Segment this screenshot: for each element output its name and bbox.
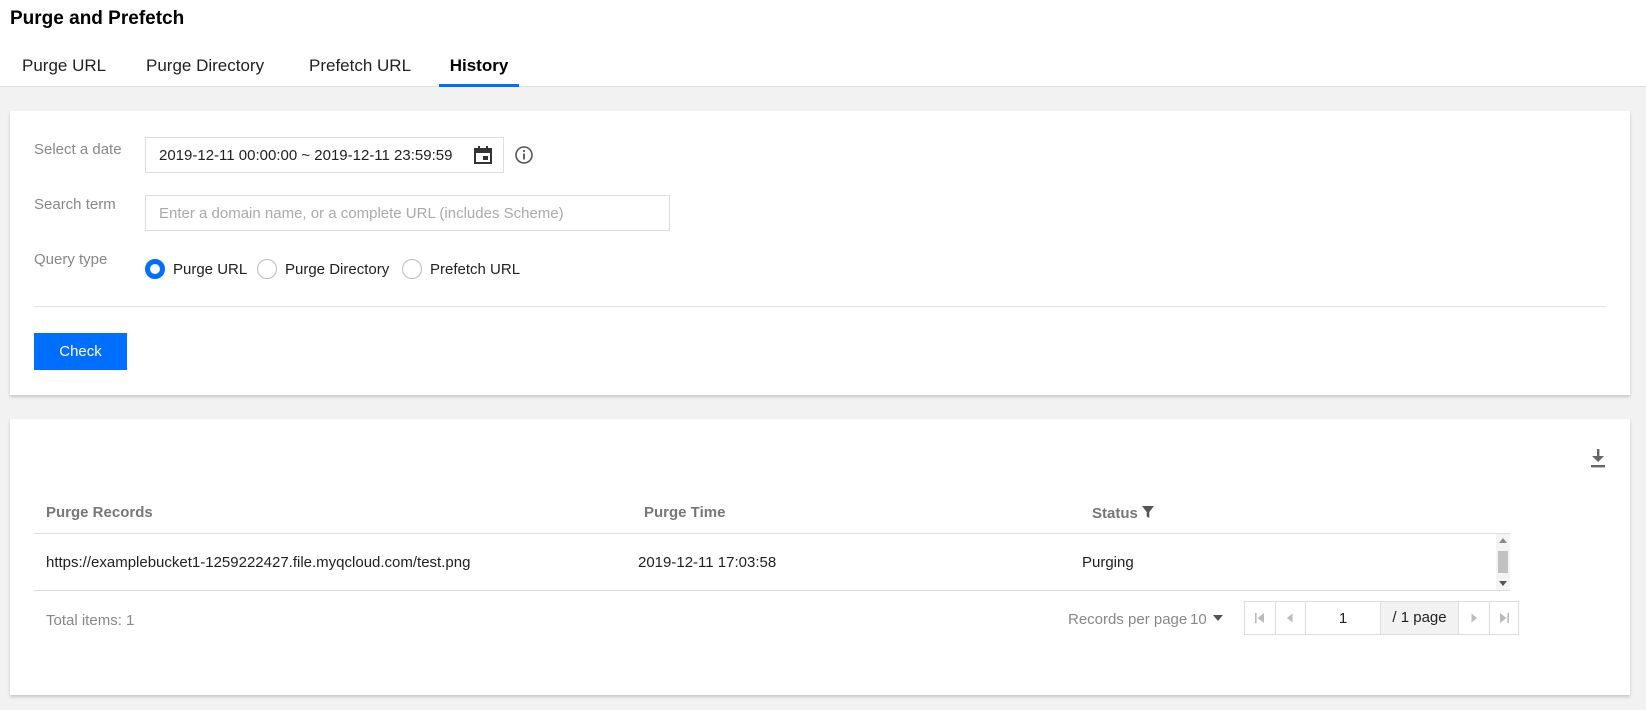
download-icon[interactable] <box>1589 448 1607 468</box>
tab-prefetch-url[interactable]: Prefetch URL <box>309 56 411 87</box>
check-button[interactable]: Check <box>34 333 127 370</box>
radio-label: Prefetch URL <box>430 260 521 278</box>
history-table-panel: Purge Records Purge Time Status https://… <box>10 419 1630 695</box>
table-scrollbar[interactable] <box>1496 534 1510 590</box>
radio-unchecked-indicator <box>402 259 422 279</box>
first-page-icon <box>1255 613 1264 623</box>
filter-icon[interactable] <box>1141 506 1154 518</box>
records-per-page-label: Records per page <box>1068 611 1188 628</box>
search-input[interactable] <box>145 195 670 231</box>
date-range-picker[interactable]: 2019-12-11 00:00:00 ~ 2019-12-11 23:59:5… <box>145 137 504 173</box>
radio-purge-directory[interactable]: Purge Directory <box>257 258 389 280</box>
records-per-page-select[interactable]: 10 <box>1190 611 1223 628</box>
last-page-icon <box>1500 613 1509 623</box>
query-type-label: Query type <box>34 251 108 268</box>
radio-purge-url[interactable]: Purge URL <box>145 258 247 280</box>
column-header-status: Status <box>1092 505 1154 522</box>
tab-label: Prefetch URL <box>309 56 412 75</box>
chevron-down-icon <box>1212 615 1223 621</box>
table-body: https://examplebucket1-1259222427.file.m… <box>34 534 1510 590</box>
cell-purge-record: https://examplebucket1-1259222427.file.m… <box>46 554 471 571</box>
column-header-purge-time: Purge Time <box>644 504 726 521</box>
column-header-label: Status <box>1092 505 1138 522</box>
scroll-down-icon[interactable] <box>1499 581 1507 586</box>
column-header-purge-records: Purge Records <box>46 504 153 521</box>
cell-purge-time: 2019-12-11 17:03:58 <box>638 554 777 571</box>
form-divider <box>34 306 1606 307</box>
total-items: Total items: 1 <box>46 612 135 629</box>
next-page-button[interactable] <box>1459 602 1489 634</box>
table-footer-divider <box>34 590 1510 591</box>
tab-history[interactable]: History <box>439 56 519 87</box>
records-per-page-value: 10 <box>1190 611 1207 628</box>
filter-panel: Select a date 2019-12-11 00:00:00 ~ 2019… <box>10 111 1630 395</box>
tab-label: Purge Directory <box>146 56 265 75</box>
active-tab-indicator <box>439 84 519 87</box>
top-header: Purge and Prefetch Purge URL Purge Direc… <box>0 0 1646 87</box>
tab-label: Purge URL <box>22 56 107 75</box>
page-title: Purge and Prefetch <box>10 8 185 29</box>
cell-status: Purging <box>1082 554 1134 571</box>
next-page-icon <box>1471 613 1477 623</box>
radio-unchecked-indicator <box>257 259 277 279</box>
scroll-thumb[interactable] <box>1498 551 1508 573</box>
date-label: Select a date <box>34 141 122 158</box>
date-range-value: 2019-12-11 00:00:00 ~ 2019-12-11 23:59:5… <box>159 147 453 164</box>
last-page-button[interactable] <box>1489 602 1519 634</box>
radio-prefetch-url[interactable]: Prefetch URL <box>402 258 520 280</box>
radio-label: Purge URL <box>173 260 248 278</box>
calendar-icon <box>474 146 492 164</box>
tab-purge-url[interactable]: Purge URL <box>22 56 106 87</box>
first-page-button[interactable] <box>1245 602 1275 634</box>
prev-page-button[interactable] <box>1275 602 1305 634</box>
radio-label: Purge Directory <box>285 260 390 278</box>
search-label: Search term <box>34 196 116 213</box>
total-pages: / 1 page <box>1381 602 1459 634</box>
info-icon[interactable] <box>514 145 534 165</box>
prev-page-icon <box>1287 613 1293 623</box>
tab-purge-directory[interactable]: Purge Directory <box>146 56 265 87</box>
scroll-up-icon[interactable] <box>1499 538 1507 543</box>
pagination-control: / 1 page <box>1244 601 1519 635</box>
page-number-input[interactable] <box>1305 602 1381 634</box>
radio-checked-indicator <box>145 259 165 279</box>
tab-label: History <box>449 56 509 75</box>
